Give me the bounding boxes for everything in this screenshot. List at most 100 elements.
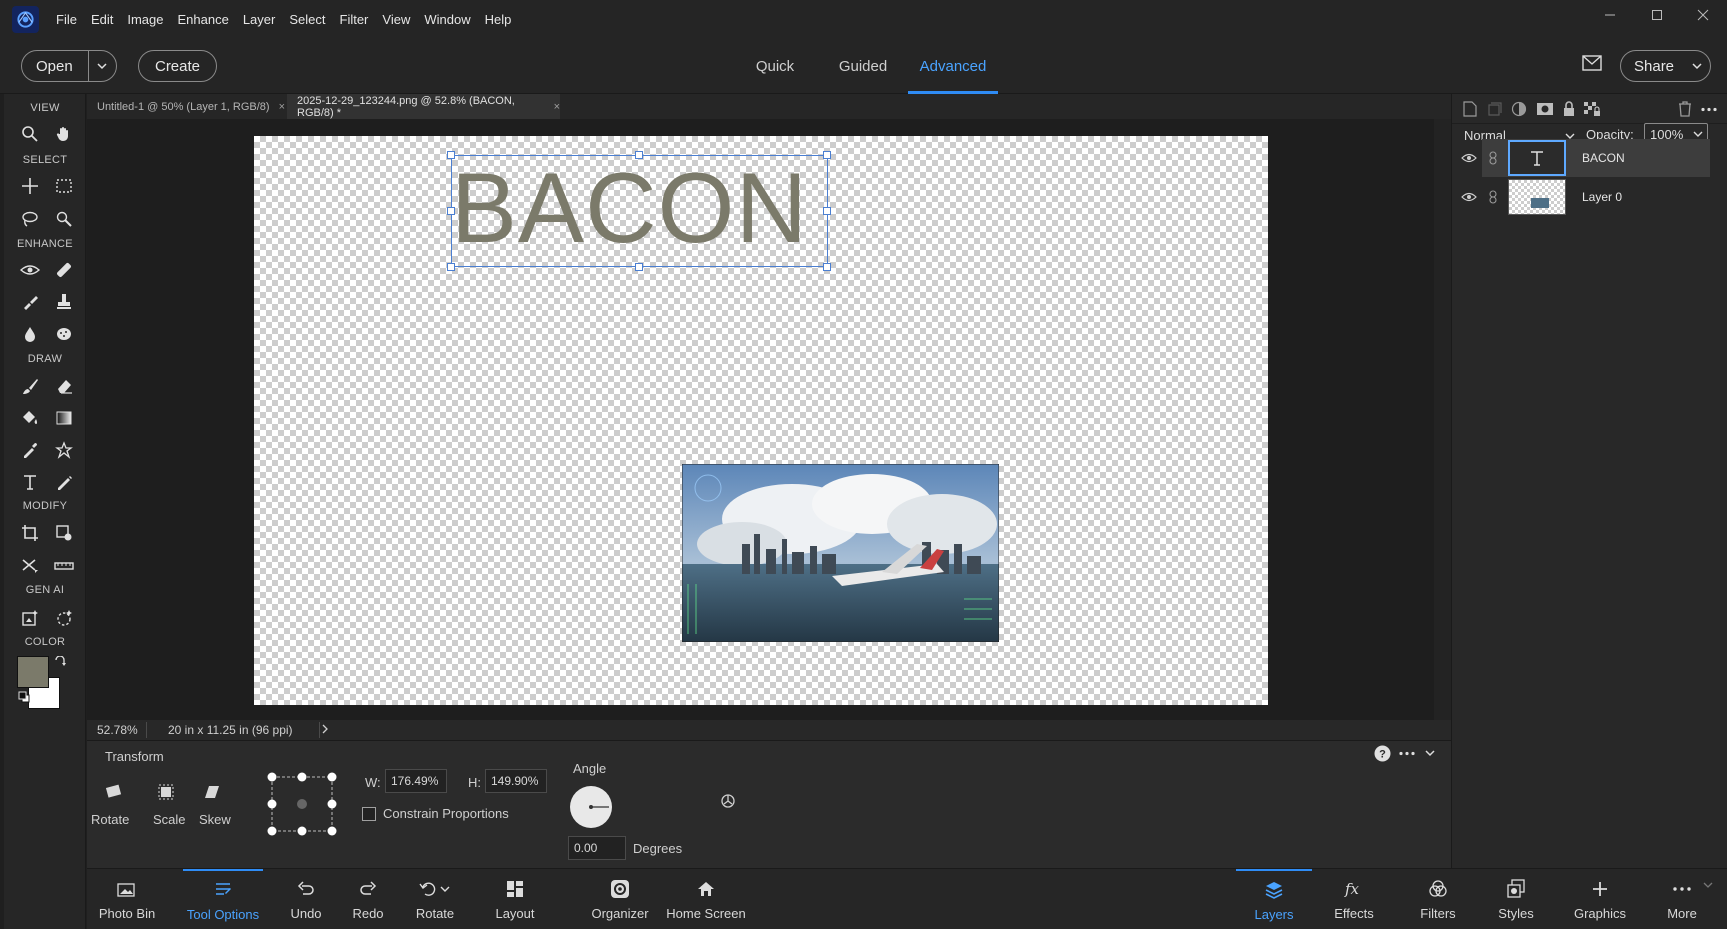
gradient-tool-icon[interactable] — [50, 404, 78, 432]
layer-link-icon[interactable] — [1488, 151, 1498, 165]
close-tab-icon[interactable]: × — [554, 101, 560, 113]
healing-brush-tool-icon[interactable] — [50, 256, 78, 284]
adjustment-layer-icon[interactable] — [1509, 99, 1529, 119]
menu-image[interactable]: Image — [127, 12, 163, 27]
eraser-tool-icon[interactable] — [50, 372, 78, 400]
lasso-tool-icon[interactable] — [16, 205, 44, 233]
rotate-mode-label[interactable]: Rotate — [91, 812, 129, 827]
graphics-panel-button[interactable]: Graphics — [1561, 869, 1639, 929]
clone-stamp-tool-icon[interactable] — [50, 288, 78, 316]
menu-layer[interactable]: Layer — [243, 12, 276, 27]
transform-handle-top-left[interactable] — [447, 151, 455, 159]
red-eye-tool-icon[interactable] — [16, 256, 44, 284]
menu-filter[interactable]: Filter — [340, 12, 369, 27]
doc-tab-2025-12-29[interactable]: 2025-12-29_123244.png @ 52.8% (BACON, RG… — [287, 94, 560, 119]
blur-tool-icon[interactable] — [16, 320, 44, 348]
effects-panel-button[interactable]: fx Effects — [1321, 869, 1387, 929]
smart-brush-tool-icon[interactable] — [16, 288, 44, 316]
transform-handle-bottom-right[interactable] — [823, 263, 831, 271]
mail-icon[interactable] — [1582, 55, 1602, 71]
redo-button[interactable]: Redo — [343, 869, 393, 929]
scale-mode-icon[interactable] — [157, 783, 175, 801]
generative-fill-tool-icon[interactable] — [16, 604, 44, 632]
content-aware-move-tool-icon[interactable] — [16, 551, 44, 579]
styles-panel-button[interactable]: Styles — [1485, 869, 1547, 929]
delete-layer-icon[interactable] — [1675, 99, 1695, 119]
skew-mode-icon[interactable] — [203, 783, 221, 801]
menu-help[interactable]: Help — [485, 12, 512, 27]
transform-bounding-box[interactable] — [451, 155, 828, 267]
menu-window[interactable]: Window — [424, 12, 470, 27]
eyedropper-tool-icon[interactable] — [16, 436, 44, 464]
chevron-down-icon[interactable] — [1691, 60, 1703, 72]
transform-handle-bottom[interactable] — [635, 263, 643, 271]
marquee-tool-icon[interactable] — [50, 172, 78, 200]
open-button[interactable]: Open — [21, 50, 117, 82]
filters-panel-button[interactable]: Filters — [1405, 869, 1471, 929]
scale-mode-label[interactable]: Scale — [153, 812, 186, 827]
undo-button[interactable]: Undo — [281, 869, 331, 929]
minimize-button[interactable] — [1590, 4, 1630, 26]
recompose-tool-icon[interactable] — [50, 519, 78, 547]
layer-link-icon[interactable] — [1488, 190, 1498, 204]
tab-advanced[interactable]: Advanced — [908, 38, 998, 94]
zoom-tool-icon[interactable] — [16, 120, 44, 148]
height-input[interactable]: 149.90% — [485, 769, 547, 793]
layer-mask-icon[interactable] — [1535, 99, 1555, 119]
app-logo-icon[interactable] — [12, 6, 39, 33]
tab-quick[interactable]: Quick — [744, 38, 806, 94]
straighten-tool-icon[interactable] — [50, 551, 78, 579]
new-layer-icon[interactable] — [1460, 99, 1480, 119]
tool-options-button[interactable]: Tool Options — [183, 869, 263, 929]
transform-handle-bottom-left[interactable] — [447, 263, 455, 271]
layer-row-bacon[interactable]: BACON — [1482, 139, 1710, 177]
lock-transparent-pixels-icon[interactable] — [1582, 99, 1602, 119]
custom-shape-tool-icon[interactable] — [50, 436, 78, 464]
menu-view[interactable]: View — [382, 12, 410, 27]
layout-button[interactable]: Layout — [485, 869, 545, 929]
tab-guided[interactable]: Guided — [830, 38, 896, 94]
generative-remove-tool-icon[interactable] — [50, 604, 78, 632]
menu-enhance[interactable]: Enhance — [178, 12, 229, 27]
more-options-icon[interactable] — [1399, 751, 1415, 756]
transform-handle-right[interactable] — [823, 207, 831, 215]
type-tool-icon[interactable] — [16, 468, 44, 496]
transform-handle-left[interactable] — [447, 207, 455, 215]
panel-menu-icon[interactable] — [1699, 99, 1719, 119]
brush-tool-icon[interactable] — [16, 372, 44, 400]
crop-tool-icon[interactable] — [16, 519, 44, 547]
menu-file[interactable]: File — [56, 12, 77, 27]
help-icon[interactable]: ? — [1374, 745, 1391, 762]
photo-bin-button[interactable]: Photo Bin — [87, 869, 167, 929]
transform-handle-top-right[interactable] — [823, 151, 831, 159]
constrain-proportions-checkbox[interactable] — [362, 807, 376, 821]
chevron-down-icon[interactable] — [1702, 879, 1714, 891]
home-screen-button[interactable]: Home Screen — [661, 869, 751, 929]
pencil-tool-icon[interactable] — [50, 468, 78, 496]
zoom-level[interactable]: 52.78% — [97, 723, 138, 737]
close-window-button[interactable] — [1683, 4, 1723, 26]
new-group-icon[interactable] — [1484, 99, 1504, 119]
menu-edit[interactable]: Edit — [91, 12, 113, 27]
rotate-mode-icon[interactable] — [104, 783, 124, 801]
lock-icon[interactable] — [1559, 99, 1579, 119]
rotate-button[interactable]: Rotate — [402, 869, 468, 929]
layers-panel-button[interactable]: Layers — [1236, 869, 1312, 929]
move-tool-icon[interactable] — [16, 172, 44, 200]
default-colors-icon[interactable] — [18, 691, 30, 703]
doc-tab-untitled-1[interactable]: Untitled-1 @ 50% (Layer 1, RGB/8) × — [87, 94, 287, 119]
sponge-tool-icon[interactable] — [50, 320, 78, 348]
share-button[interactable]: Share — [1620, 50, 1711, 82]
chevron-down-icon[interactable] — [96, 60, 108, 72]
collapse-panel-chevron-icon[interactable] — [1424, 747, 1436, 759]
layer-0-image[interactable] — [682, 464, 999, 642]
vertical-scrollbar[interactable] — [1434, 119, 1451, 720]
swap-colors-icon[interactable] — [54, 656, 66, 668]
transform-reset-icon[interactable] — [719, 792, 737, 810]
reference-point-locator[interactable] — [267, 772, 337, 836]
skew-mode-label[interactable]: Skew — [199, 812, 231, 827]
hand-tool-icon[interactable] — [50, 120, 78, 148]
maximize-button[interactable] — [1637, 4, 1677, 26]
layer-visibility-eye-icon[interactable] — [1461, 152, 1477, 164]
transform-handle-top[interactable] — [635, 151, 643, 159]
